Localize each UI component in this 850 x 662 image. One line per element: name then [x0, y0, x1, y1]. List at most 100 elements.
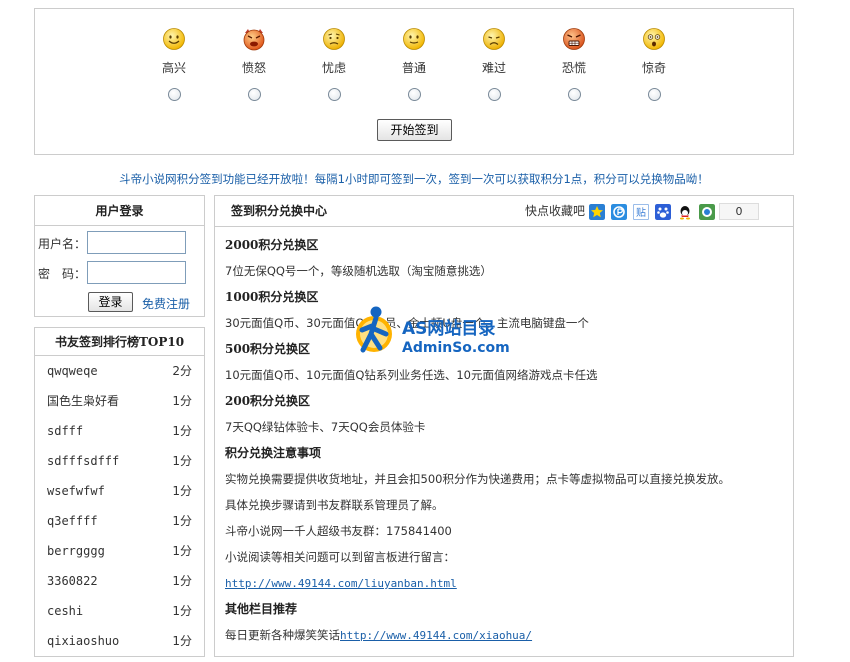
section-heading: 200积分兑换区: [225, 394, 311, 408]
rank-name: sdfff: [47, 424, 84, 438]
table-row: q3effff 1分: [35, 506, 204, 536]
checkin-notice: 斗帝小说网积分签到功能已经开放啦！每隔1小时即可签到一次，签到一次可以获取积分1…: [119, 172, 709, 186]
exchange-content: 2000积分兑换区 7位无保QQ号一个，等级随机选取（淘宝随意挑选） 1000积…: [225, 232, 783, 648]
svg-text:贴: 贴: [636, 206, 646, 219]
watermark-logo-icon: [356, 306, 392, 353]
password-input[interactable]: [87, 261, 186, 284]
mood-option-worried[interactable]: 忧虑: [304, 27, 364, 101]
rank-score: 1分: [172, 634, 192, 648]
watermark-domain: AdminSo.com: [402, 340, 510, 356]
table-row: 3360822 1分: [35, 566, 204, 596]
jokes-link[interactable]: http://www.49144.com/xiaohua/: [340, 629, 532, 642]
section-heading: 积分兑换注意事项: [225, 446, 322, 460]
exchange-item: 7位无保QQ号一个，等级随机选取（淘宝随意挑选）: [225, 264, 492, 278]
mood-option-happy[interactable]: 高兴: [144, 27, 204, 101]
rank-name: sdfffsdfff: [47, 454, 120, 468]
mood-option-sad[interactable]: 难过: [464, 27, 524, 101]
exchange-note: 小说阅读等相关问题可以到留言板进行留言：: [225, 550, 455, 564]
sad-icon: [483, 28, 505, 50]
table-row: sdfffsdfff 1分: [35, 446, 204, 476]
ranking-box: 书友签到排行榜TOP10 qwqweqe 2分 国色生枭好看 1分 sdfff 1分 …: [34, 327, 205, 657]
mood-label: 普通: [401, 61, 426, 75]
mood-option-panic[interactable]: 恐慌: [544, 27, 604, 101]
pengyou-icon[interactable]: [611, 204, 627, 220]
start-checkin-button[interactable]: 开始签到: [377, 119, 452, 141]
mood-option-angry[interactable]: 愤怒: [224, 27, 284, 101]
login-title: 用户登录: [35, 196, 204, 226]
rank-name: 3360822: [47, 574, 98, 588]
exchange-header: 签到积分兑换中心 快点收藏吧 贴 0: [215, 196, 793, 227]
username-input[interactable]: [87, 231, 186, 254]
neutral-icon: [403, 28, 425, 50]
panic-icon: [563, 28, 585, 50]
login-box: 用户登录 用户名： 密 码： 登录 免费注册: [34, 195, 205, 317]
watermark: AS网站目录 AdminSo.com: [350, 302, 510, 360]
qzone-icon[interactable]: [589, 204, 605, 220]
mood-radio-angry[interactable]: [247, 88, 261, 101]
register-link[interactable]: 免费注册: [142, 295, 190, 312]
bookmark-icon[interactable]: [699, 204, 715, 220]
mood-radio-worried[interactable]: [327, 88, 341, 101]
mood-label: 高兴: [161, 61, 186, 75]
mood-radio-surprised[interactable]: [647, 88, 661, 101]
section-heading: 2000积分兑换区: [225, 238, 319, 252]
bookmark-label: 快点收藏吧: [525, 204, 586, 218]
table-row: qixiaoshuo 1分: [35, 626, 204, 656]
rank-name: qwqweqe: [47, 364, 98, 378]
mood-panel: 高兴 愤怒 忧虑 普通 难过 恐慌 惊奇 开始签到: [34, 8, 794, 155]
exchange-note: 斗帝小说网一千人超级书友群：175841400: [225, 524, 452, 538]
rank-score: 2分: [172, 364, 192, 378]
exchange-title: 签到积分兑换中心: [231, 204, 328, 218]
rank-score: 1分: [172, 604, 192, 618]
ranking-title: 书友签到排行榜TOP10: [35, 328, 204, 356]
exchange-item: 7天QQ绿钻体验卡、7天QQ会员体验卡: [225, 420, 426, 434]
watermark-text: AS网站目录: [402, 319, 496, 339]
baidu-icon[interactable]: [655, 204, 671, 220]
rank-name: ceshi: [47, 604, 84, 618]
mood-radio-panic[interactable]: [567, 88, 581, 101]
rank-name: berrgggg: [47, 544, 105, 558]
mood-radio-normal[interactable]: [407, 88, 421, 101]
rank-score: 1分: [172, 514, 192, 528]
rank-name: 国色生枭好看: [47, 394, 120, 408]
rank-score: 1分: [172, 484, 192, 498]
guestbook-link[interactable]: http://www.49144.com/liuyanban.html: [225, 577, 457, 590]
mood-radio-happy[interactable]: [167, 88, 181, 101]
password-label: 密 码：: [38, 267, 87, 281]
rank-name: qixiaoshuo: [47, 634, 120, 648]
exchange-note: 具体兑换步骤请到书友群联系管理员了解。: [225, 498, 444, 512]
rank-score: 1分: [172, 424, 192, 438]
angry-icon: [243, 29, 265, 51]
section-heading: 其他栏目推荐: [225, 602, 298, 616]
exchange-note: 实物兑换需要提供收货地址，并且会扣500积分作为快递费用；点卡等虚拟物品可以直接…: [225, 472, 730, 486]
qq-icon[interactable]: [677, 204, 693, 220]
share-count: 0: [719, 203, 759, 220]
mood-label: 愤怒: [241, 61, 266, 75]
mood-option-normal[interactable]: 普通: [384, 27, 444, 101]
exchange-item: 10元面值Q币、10元面值Q钻系列业务任选、10元面值网络游戏点卡任选: [225, 368, 598, 382]
rank-name: q3effff: [47, 514, 98, 528]
table-row: sdfff 1分: [35, 416, 204, 446]
mood-radio-sad[interactable]: [487, 88, 501, 101]
smile-icon: [163, 28, 185, 50]
rank-score: 1分: [172, 544, 192, 558]
rank-score: 1分: [172, 574, 192, 588]
rank-score: 1分: [172, 454, 192, 468]
worried-icon: [323, 28, 345, 50]
rank-name: wsefwfwf: [47, 484, 105, 498]
table-row: 国色生枭好看 1分: [35, 386, 204, 416]
tieba-icon[interactable]: 贴: [633, 204, 649, 220]
jokes-text: 每日更新各种爆笑笑话: [225, 628, 340, 642]
rank-score: 1分: [172, 394, 192, 408]
ranking-list: qwqweqe 2分 国色生枭好看 1分 sdfff 1分 sdfffsdfff 1分 …: [35, 356, 204, 656]
table-row: qwqweqe 2分: [35, 356, 204, 386]
exchange-center: 签到积分兑换中心 快点收藏吧 贴 0 2000积分兑换区 7位无保QQ号一个，等…: [214, 195, 794, 657]
table-row: wsefwfwf 1分: [35, 476, 204, 506]
username-label: 用户名：: [38, 237, 87, 251]
mood-label: 惊奇: [641, 61, 666, 75]
mood-label: 忧虑: [321, 61, 346, 75]
table-row: ceshi 1分: [35, 596, 204, 626]
login-button[interactable]: 登录: [88, 292, 133, 312]
mood-option-surprised[interactable]: 惊奇: [624, 27, 684, 101]
surprised-icon: [643, 28, 665, 50]
